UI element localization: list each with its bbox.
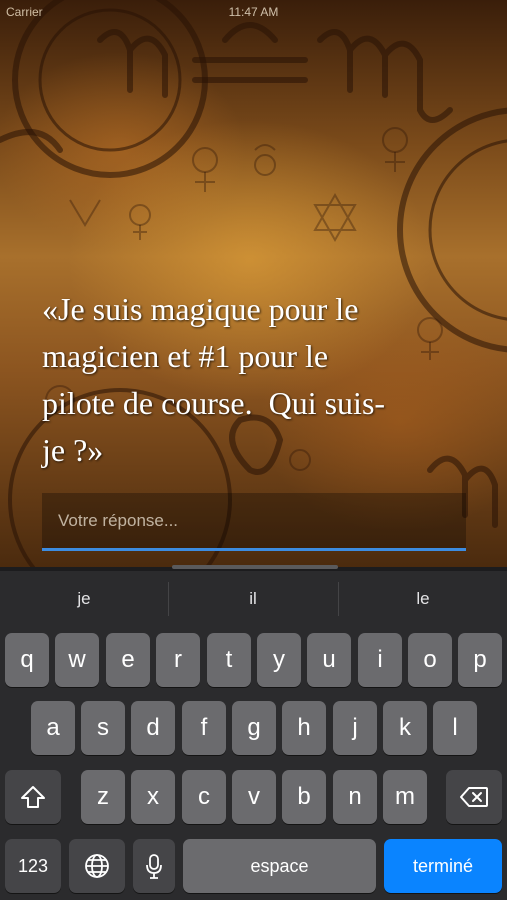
backspace-key[interactable] <box>446 770 502 824</box>
key-g[interactable]: g <box>232 701 276 755</box>
key-q[interactable]: q <box>5 633 49 687</box>
key-j[interactable]: j <box>333 701 377 755</box>
key-h[interactable]: h <box>282 701 326 755</box>
key-l[interactable]: l <box>433 701 477 755</box>
shift-arrow-icon <box>21 786 45 808</box>
zodiac-symbols-art <box>0 0 507 570</box>
sheet-grabber <box>172 565 338 569</box>
answer-underline <box>42 548 466 551</box>
status-time: 11:47 AM <box>228 5 279 19</box>
key-t[interactable]: t <box>207 633 251 687</box>
backspace-icon <box>460 787 488 807</box>
key-o[interactable]: o <box>408 633 452 687</box>
key-u[interactable]: u <box>307 633 351 687</box>
key-v[interactable]: v <box>232 770 276 824</box>
microphone-icon <box>146 854 162 879</box>
keyboard: je il le q w e r t y u i o p a s d f g h… <box>0 567 507 900</box>
shift-key[interactable] <box>5 770 61 824</box>
key-z[interactable]: z <box>81 770 125 824</box>
key-s[interactable]: s <box>81 701 125 755</box>
space-key[interactable]: espace <box>183 839 376 893</box>
done-key[interactable]: terminé <box>384 839 502 893</box>
key-n[interactable]: n <box>333 770 377 824</box>
key-x[interactable]: x <box>131 770 175 824</box>
key-f[interactable]: f <box>182 701 226 755</box>
key-r[interactable]: r <box>156 633 200 687</box>
microphone-key[interactable] <box>133 839 175 893</box>
suggestion-3[interactable]: le <box>339 567 507 631</box>
status-bar: Carrier 11:47 AM <box>0 0 507 24</box>
astrology-background <box>0 0 507 570</box>
riddle-question: «Je suis magique pour le magicien et #1 … <box>42 291 386 468</box>
key-k[interactable]: k <box>383 701 427 755</box>
key-i[interactable]: i <box>358 633 402 687</box>
globe-icon <box>85 854 109 878</box>
key-y[interactable]: y <box>257 633 301 687</box>
suggestion-2[interactable]: il <box>169 567 337 631</box>
answer-field-container <box>42 493 466 551</box>
key-a[interactable]: a <box>31 701 75 755</box>
numbers-key[interactable]: 123 <box>5 839 61 893</box>
key-p[interactable]: p <box>458 633 502 687</box>
key-b[interactable]: b <box>282 770 326 824</box>
answer-input[interactable] <box>42 493 466 549</box>
key-w[interactable]: w <box>55 633 99 687</box>
key-e[interactable]: e <box>106 633 150 687</box>
globe-key[interactable] <box>69 839 125 893</box>
key-c[interactable]: c <box>182 770 226 824</box>
key-m[interactable]: m <box>383 770 427 824</box>
key-d[interactable]: d <box>131 701 175 755</box>
suggestion-1[interactable]: je <box>0 567 168 631</box>
